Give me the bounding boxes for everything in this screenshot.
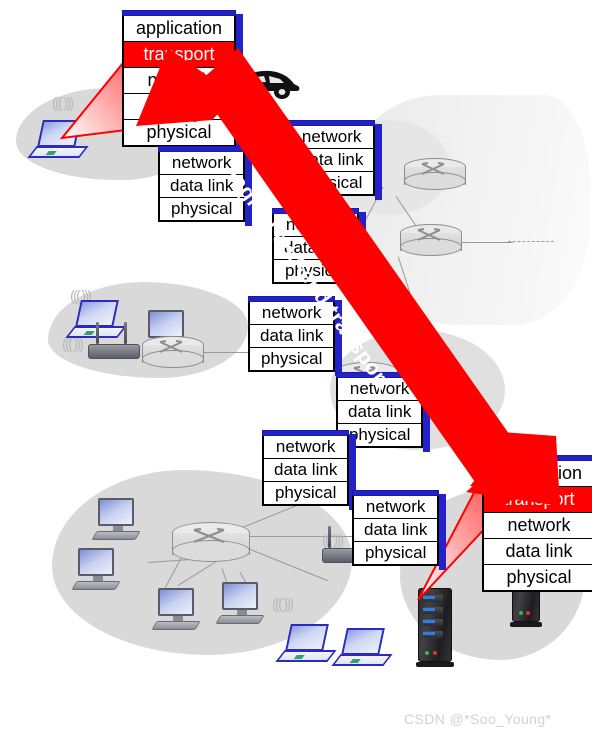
- layer-network: network: [274, 214, 358, 237]
- layer-network: network: [354, 496, 438, 519]
- layer-network: network: [264, 436, 348, 459]
- desktop-lan-2: [71, 548, 121, 590]
- layer-network: network: [250, 302, 334, 325]
- desktop-lan-1: [91, 498, 141, 540]
- layer-data-link: data link: [338, 401, 422, 424]
- link-dashed-continuation: [508, 241, 554, 242]
- layer-network: network: [124, 68, 235, 94]
- layer-physical: physical: [484, 565, 592, 590]
- router-backbone-lower: [400, 224, 462, 258]
- desktop-lan-4: [215, 582, 265, 624]
- layer-data-link: data link: [264, 459, 348, 482]
- layer-application: application: [484, 461, 592, 487]
- router-enterprise-lan: [172, 522, 250, 564]
- layer-network: network: [338, 378, 422, 401]
- watermark: CSDN @*Soo_Young*: [404, 711, 552, 727]
- layer-data-link: data link: [354, 519, 438, 542]
- wifi-waves-icon-lan: ((( ))): [322, 532, 344, 549]
- layer-network: network: [484, 513, 592, 539]
- layer-physical: physical: [160, 198, 244, 220]
- protocol-stack-router-4: network data link physical: [248, 296, 343, 376]
- layer-data-link: data link: [290, 149, 374, 172]
- layer-data-link: data link: [484, 539, 592, 565]
- desktop-lan-3: [151, 588, 201, 630]
- protocol-stack-router-2: network data link physical: [288, 120, 383, 200]
- protocol-stack-router-3: network data link physical: [272, 208, 367, 288]
- protocol-stack-host-dest: application transport network data link …: [482, 455, 592, 592]
- layer-data-link: data link: [250, 325, 334, 348]
- protocol-stack-router-6: network data link physical: [262, 430, 357, 510]
- layer-network: network: [290, 126, 374, 149]
- laptop-lan-1: [275, 624, 337, 662]
- layer-data-link: data link: [160, 175, 244, 198]
- network-diagram: ((( ))) ((( ))) ((( ))) ((())) ((())) …: [0, 0, 592, 742]
- wifi-waves-icon-ap-middle: ((( ))): [62, 336, 84, 353]
- layer-transport: transport: [484, 487, 592, 513]
- layer-network: network: [160, 152, 244, 175]
- layer-data-link: data link: [124, 94, 235, 120]
- link-router-b-right: [455, 242, 513, 244]
- laptop-middle: [65, 300, 127, 338]
- protocol-stack-host-source: application transport network data link …: [122, 10, 244, 151]
- router-backbone-upper: [404, 158, 466, 192]
- wifi-waves-icon-lan-2: ((( ))): [272, 596, 294, 613]
- layer-transport: transport: [124, 42, 235, 68]
- protocol-stack-router-1: network data link physical: [158, 146, 253, 226]
- layer-physical: physical: [274, 260, 358, 282]
- layer-application: application: [124, 16, 235, 42]
- layer-physical: physical: [250, 348, 334, 370]
- link-router-right: [247, 536, 365, 538]
- layer-physical: physical: [124, 120, 235, 145]
- layer-physical: physical: [290, 172, 374, 194]
- layer-physical: physical: [264, 482, 348, 504]
- layer-data-link: data link: [274, 237, 358, 260]
- wireless-access-point-middle: [88, 322, 140, 359]
- router-middle-access: [142, 336, 204, 370]
- layer-physical: physical: [354, 542, 438, 564]
- stack-shadow: [236, 14, 244, 151]
- protocol-stack-router-7: network data link physical: [352, 490, 447, 570]
- laptop-lan-2: [331, 628, 393, 666]
